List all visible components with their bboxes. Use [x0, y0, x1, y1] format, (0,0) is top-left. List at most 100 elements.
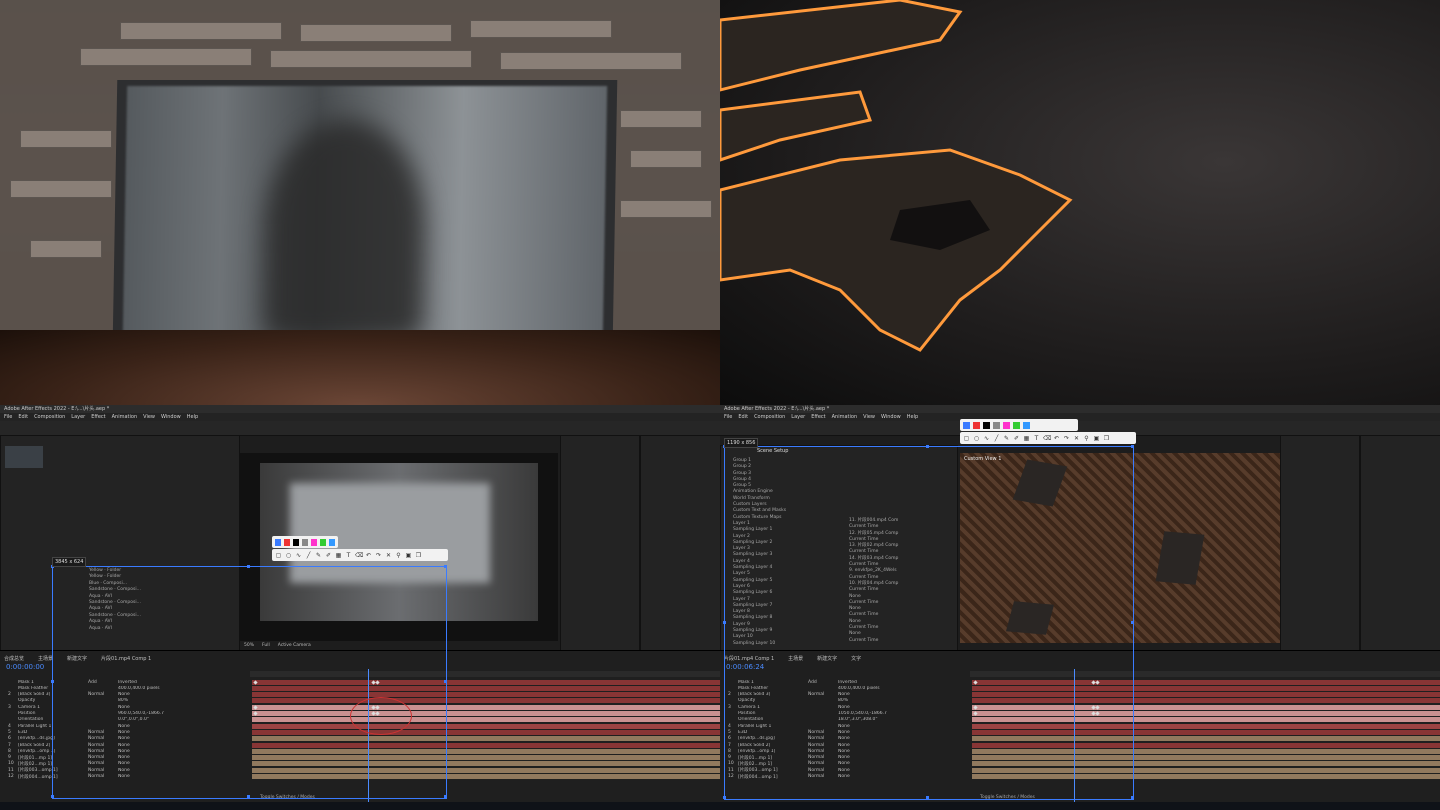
selection-handle[interactable] — [444, 795, 447, 798]
line-tool-icon[interactable]: ╱ — [993, 435, 1000, 442]
line-tool-icon[interactable]: ╱ — [305, 552, 312, 559]
menu-window[interactable]: Window — [881, 413, 901, 421]
toolbar[interactable] — [0, 421, 720, 436]
ellipse-tool-icon[interactable]: ○ — [285, 552, 292, 559]
selection-handle[interactable] — [247, 565, 250, 568]
menu-animation[interactable]: Animation — [112, 413, 138, 421]
brick — [300, 24, 452, 42]
close-icon[interactable]: ✕ — [1073, 435, 1080, 442]
snip-color-palette — [960, 419, 1078, 431]
mosaic-tool-icon[interactable]: ▦ — [1023, 435, 1030, 442]
ellipse-tool-icon[interactable]: ○ — [973, 435, 980, 442]
menu-bar: File Edit Composition Layer Effect Anima… — [0, 413, 720, 421]
copy-icon[interactable]: ❐ — [415, 552, 422, 559]
selection-handle[interactable] — [1131, 796, 1134, 799]
pen-tool-icon[interactable]: ✎ — [1003, 435, 1010, 442]
menu-window[interactable]: Window — [161, 413, 181, 421]
marker-tool-icon[interactable]: ✐ — [1013, 435, 1020, 442]
menu-effect[interactable]: Effect — [811, 413, 825, 421]
menu-composition[interactable]: Composition — [34, 413, 65, 421]
color-swatch[interactable] — [983, 421, 990, 429]
redo-icon[interactable]: ↷ — [1063, 435, 1070, 442]
after-effects-window-left: Adobe After Effects 2022 - E:\...\片头.aep… — [0, 405, 720, 810]
color-swatch[interactable] — [329, 538, 335, 546]
color-swatch[interactable] — [1023, 421, 1030, 429]
menu-help[interactable]: Help — [907, 413, 918, 421]
save-icon[interactable]: ▣ — [1093, 435, 1100, 442]
color-swatch[interactable] — [973, 421, 980, 429]
pin-icon[interactable]: ⚲ — [395, 552, 402, 559]
text-tool-icon[interactable]: T — [1033, 435, 1040, 442]
taskbar — [0, 802, 720, 810]
selection-handle[interactable] — [247, 795, 250, 798]
project-thumbnail — [5, 446, 43, 468]
color-swatch[interactable] — [963, 421, 970, 429]
menu-composition[interactable]: Composition — [754, 413, 785, 421]
layer-index: 4 — [8, 723, 11, 729]
selection-handle[interactable] — [51, 795, 54, 798]
menu-help[interactable]: Help — [187, 413, 198, 421]
color-swatch[interactable] — [311, 538, 317, 546]
selection-handle[interactable] — [1131, 445, 1134, 448]
selection-handle[interactable] — [444, 680, 447, 683]
marker-tool-icon[interactable]: ✐ — [325, 552, 332, 559]
menu-view[interactable]: View — [863, 413, 875, 421]
color-swatch[interactable] — [1003, 421, 1010, 429]
blurred-figure — [262, 120, 427, 340]
curve-tool-icon[interactable]: ∿ — [983, 435, 990, 442]
color-swatch[interactable] — [993, 421, 1000, 429]
color-swatch[interactable] — [284, 538, 290, 546]
window-frame — [112, 80, 618, 340]
menu-edit[interactable]: Edit — [18, 413, 28, 421]
timecode[interactable]: 0:00:00:00 — [6, 663, 44, 671]
effects-panel — [1280, 435, 1360, 652]
color-swatch[interactable] — [302, 538, 308, 546]
copy-icon[interactable]: ❐ — [1103, 435, 1110, 442]
selection-handle[interactable] — [51, 680, 54, 683]
brick — [30, 240, 102, 258]
menu-edit[interactable]: Edit — [738, 413, 748, 421]
color-swatch[interactable] — [320, 538, 326, 546]
eraser-tool-icon[interactable]: ⌫ — [1043, 435, 1051, 442]
redo-icon[interactable]: ↷ — [375, 552, 382, 559]
menu-animation[interactable]: Animation — [832, 413, 858, 421]
rect-tool-icon[interactable]: ▢ — [963, 435, 970, 442]
undo-icon[interactable]: ↶ — [365, 552, 372, 559]
pin-icon[interactable]: ⚲ — [1083, 435, 1090, 442]
color-swatch[interactable] — [293, 538, 299, 546]
save-icon[interactable]: ▣ — [405, 552, 412, 559]
tab-main-scene[interactable]: 主场景 — [38, 655, 53, 662]
pen-tool-icon[interactable]: ✎ — [315, 552, 322, 559]
selection-handle[interactable] — [723, 621, 726, 624]
layer-index: 9 — [8, 755, 11, 761]
snip-color-palette — [272, 536, 338, 548]
menu-file[interactable]: File — [4, 413, 12, 421]
mosaic-tool-icon[interactable]: ▦ — [335, 552, 342, 559]
layer-index: 5 — [8, 729, 11, 735]
menu-layer[interactable]: Layer — [791, 413, 805, 421]
selection-handle[interactable] — [723, 796, 726, 799]
menu-file[interactable]: File — [724, 413, 732, 421]
color-swatch[interactable] — [275, 538, 281, 546]
tab-comp-overview[interactable]: 合成总览 — [4, 655, 24, 662]
text-tool-icon[interactable]: T — [345, 552, 352, 559]
menu-effect[interactable]: Effect — [91, 413, 105, 421]
curve-tool-icon[interactable]: ∿ — [295, 552, 302, 559]
rect-tool-icon[interactable]: ▢ — [275, 552, 282, 559]
menu-layer[interactable]: Layer — [71, 413, 85, 421]
taskbar — [720, 802, 1440, 810]
color-swatch[interactable] — [1013, 421, 1020, 429]
undo-icon[interactable]: ↶ — [1053, 435, 1060, 442]
layer-index: 8 — [8, 748, 11, 754]
menu-view[interactable]: View — [143, 413, 155, 421]
burn-edge-mid — [720, 90, 872, 162]
selection-handle[interactable] — [444, 565, 447, 568]
layer-index: 10 — [8, 761, 14, 767]
selection-handle[interactable] — [926, 796, 929, 799]
layer-index: 3 — [8, 704, 11, 710]
after-effects-window-right: Adobe After Effects 2022 - E:\...\片头.aep… — [720, 405, 1440, 810]
close-icon[interactable]: ✕ — [385, 552, 392, 559]
selection-handle[interactable] — [1131, 621, 1134, 624]
eraser-tool-icon[interactable]: ⌫ — [355, 552, 363, 559]
selection-handle[interactable] — [926, 445, 929, 448]
